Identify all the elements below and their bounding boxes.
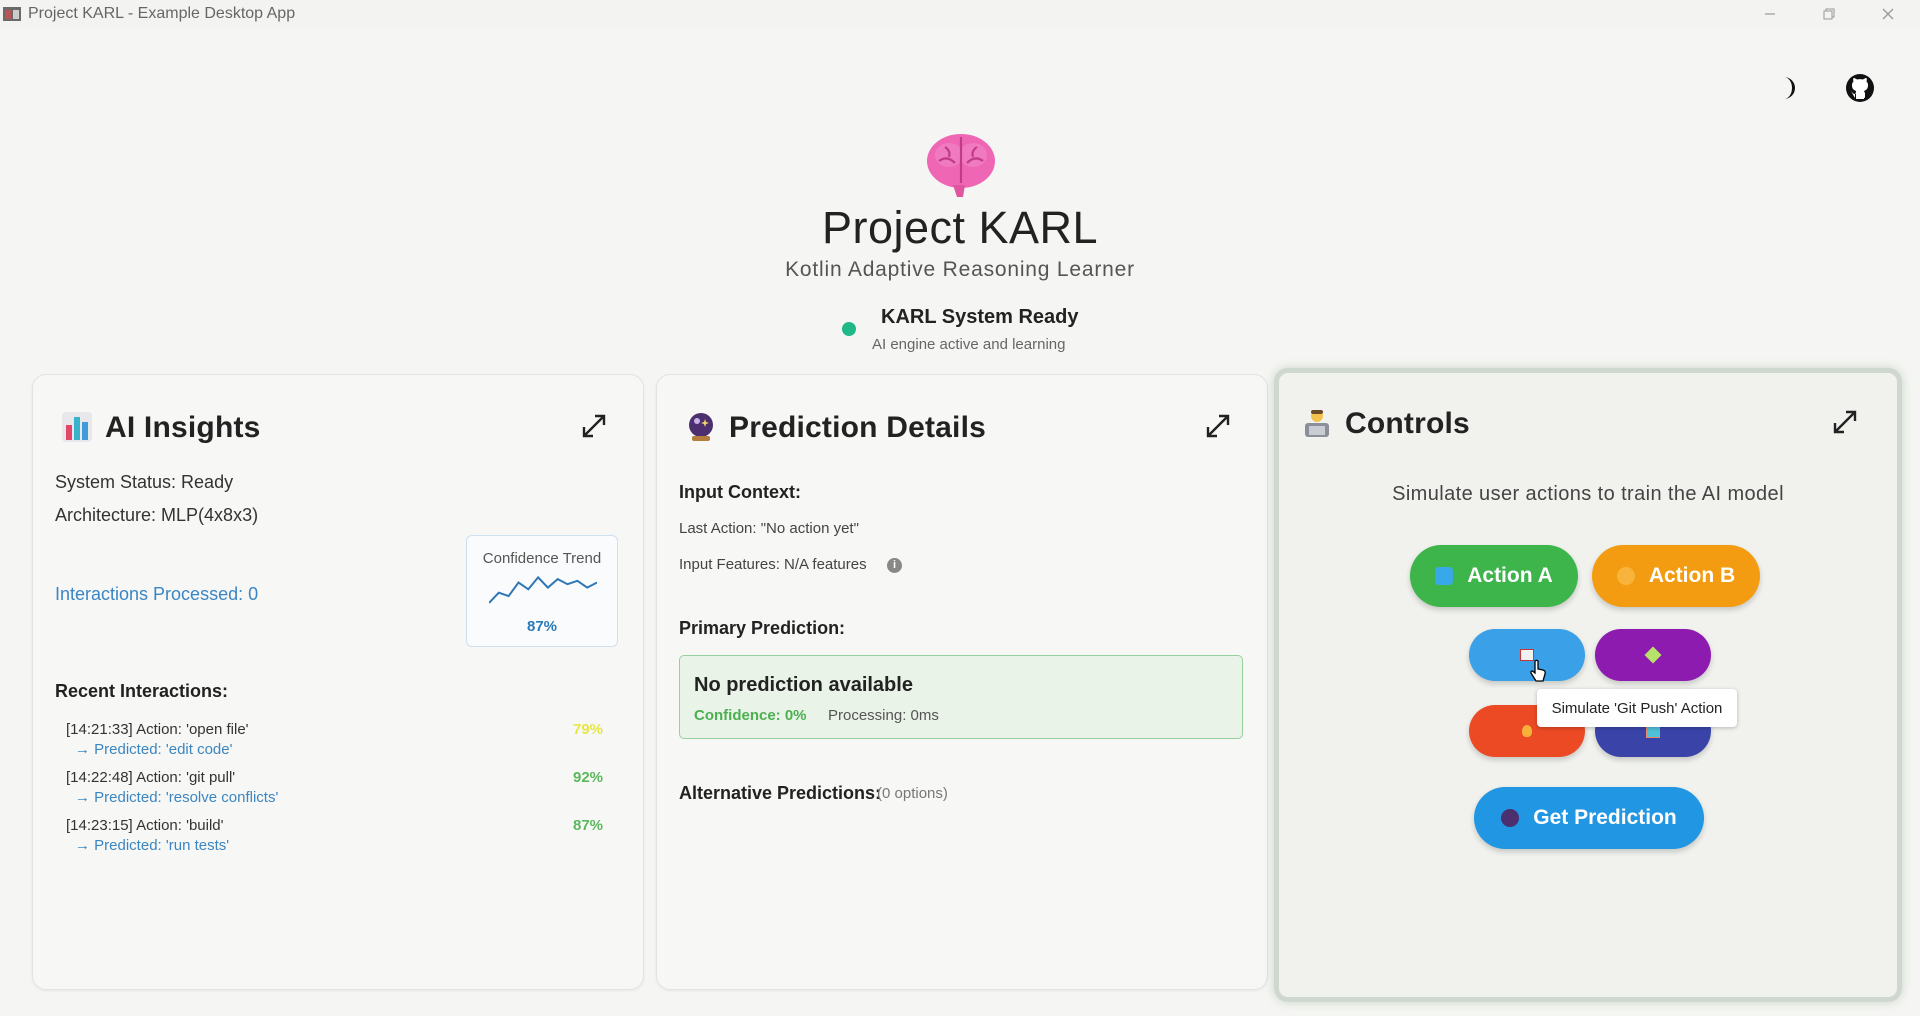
bar-chart-icon [62,412,92,442]
git-push-action-button[interactable] [1469,629,1585,681]
github-icon[interactable] [1842,70,1878,106]
title-bar: Project KARL - Example Desktop App [0,0,1920,28]
action-a-button[interactable]: Action A [1410,545,1578,607]
app-subtitle: Kotlin Adaptive Reasoning Learner [785,258,1135,281]
primary-prediction-box: No prediction available Confidence: 0% P… [679,655,1243,739]
technologist-icon [1305,410,1329,437]
alternative-predictions-label: Alternative Predictions: [679,783,882,803]
action-b-label: Action B [1648,564,1736,587]
architecture: Architecture: MLP(4x8x3) [55,505,259,525]
tooltip: Simulate 'Git Push' Action [1537,689,1737,727]
expand-icon[interactable] [581,413,607,439]
last-action: Last Action: "No action yet" [679,520,859,537]
recent-action: [14:21:33] Action: 'open file' [66,721,249,738]
status-indicator-dot [842,322,856,336]
close-icon [1882,8,1894,20]
alternative-predictions-count: (0 options) [877,785,948,802]
recent-predicted: → Predicted: 'edit code' [75,741,233,758]
prediction-confidence: Confidence: 0% [694,707,807,724]
primary-prediction-label: Primary Prediction: [679,618,846,638]
recent-interactions-title: Recent Interactions: [55,681,229,701]
status-subtitle: AI engine active and learning [872,336,1066,353]
lightning-icon [1616,567,1635,585]
crystal-ball-icon [689,413,713,441]
controls-subtitle: Simulate user actions to train the AI mo… [1392,483,1784,505]
action-b-button[interactable]: Action B [1592,545,1760,607]
theme-toggle-moon-icon[interactable] [1770,70,1806,106]
hand-cursor-icon [1530,659,1546,682]
confidence-trend-sparkline [489,575,597,604]
pencil-icon [1644,646,1662,664]
brain-icon [927,134,995,197]
recent-action: [14:23:15] Action: 'build' [66,817,224,834]
app-icon [3,7,21,21]
input-context-label: Input Context: [679,482,801,502]
ai-insights-title: AI Insights [105,411,261,444]
edit-action-button[interactable] [1595,629,1711,681]
prediction-details-card: Prediction Details Input Context: Last A… [656,374,1268,990]
input-features: Input Features: N/A features [679,556,867,573]
prediction-processing-time: Processing: 0ms [828,707,939,724]
ai-insights-card: AI Insights System Status: Ready Archite… [32,374,644,990]
close-button[interactable] [1859,0,1917,28]
status-title: KARL System Ready [881,306,1079,328]
controls-card: Controls Simulate user actions to train … [1274,368,1902,1002]
get-prediction-button[interactable]: Get Prediction [1474,787,1704,849]
window-title: Project KARL - Example Desktop App [28,5,296,22]
minimize-button[interactable] [1741,0,1799,28]
repeat-icon [1435,567,1454,585]
restore-button[interactable] [1800,0,1858,28]
app-title: Project KARL [821,202,1099,253]
recent-action: [14:22:48] Action: 'git pull' [66,769,236,786]
system-status: System Status: Ready [55,472,234,492]
controls-title: Controls [1345,407,1470,440]
get-prediction-label: Get Prediction [1533,806,1677,829]
flame-icon [1522,725,1532,737]
recent-predicted: → Predicted: 'resolve conflicts' [75,789,279,806]
confidence-trend-value: 87% [526,618,558,635]
info-icon[interactable]: i [887,558,902,573]
confidence-trend-widget: Confidence Trend 87% [466,535,618,647]
recent-confidence: 87% [573,817,604,834]
interactions-processed: Interactions Processed: 0 [55,584,259,604]
expand-icon[interactable] [1832,409,1858,435]
prediction-result-title: No prediction available [694,674,913,696]
restore-icon [1823,8,1835,20]
action-a-label: Action A [1467,564,1553,587]
recent-confidence: 79% [573,721,604,738]
minimize-icon [1765,13,1775,15]
recent-confidence: 92% [573,769,604,786]
expand-icon[interactable] [1205,413,1231,439]
prediction-details-title: Prediction Details [729,411,987,444]
crystal-ball-icon [1501,809,1520,827]
recent-predicted: → Predicted: 'run tests' [75,837,230,854]
confidence-trend-label: Confidence Trend [482,550,602,567]
